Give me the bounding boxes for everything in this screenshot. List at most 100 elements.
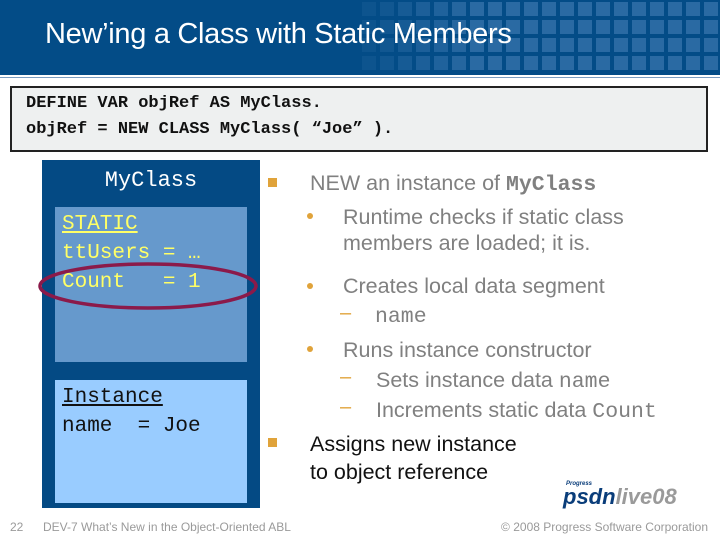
slide-number: 22 (10, 520, 24, 534)
header-pattern-square (452, 2, 466, 16)
header-pattern-square (434, 56, 448, 70)
static-heading: STATIC (62, 213, 138, 236)
header-pattern-square (434, 2, 448, 16)
header-pattern-square (380, 56, 394, 70)
bullet-sets-instance-data: Sets instance data name (376, 367, 610, 395)
header-pattern-square (596, 56, 610, 70)
bullet-runtime-checks-2: members are loaded; it is. (343, 231, 591, 255)
class-diagram: MyClass STATIC ttUsers = … Count = 1 Ins… (42, 160, 260, 508)
bullet-creates-segment: Creates local data segment (343, 274, 605, 298)
header-pattern-square (578, 38, 592, 52)
header-pattern-square (596, 20, 610, 34)
dash-bullet-icon: – (340, 396, 352, 418)
code-line-2: objRef = NEW CLASS MyClass( “Joe” ). (26, 120, 394, 139)
header-pattern-square (686, 20, 700, 34)
slide-header: New’ing a Class with Static Members (0, 0, 720, 75)
bullet-assigns-1: Assigns new instance (310, 432, 517, 456)
header-pattern-square (668, 38, 682, 52)
header-pattern-square (362, 56, 376, 70)
header-pattern-square (632, 20, 646, 34)
slide-title: New’ing a Class with Static Members (45, 18, 512, 50)
header-pattern-square (650, 2, 664, 16)
header-pattern-square (614, 56, 628, 70)
header-pattern-square (524, 56, 538, 70)
header-pattern-square (614, 2, 628, 16)
header-pattern-square (686, 2, 700, 16)
static-member-count: Count = 1 (62, 271, 201, 294)
psdn-live-logo: psdnlive08 (563, 484, 677, 510)
header-pattern-square (524, 2, 538, 16)
header-pattern-square (686, 38, 700, 52)
header-pattern-square (704, 20, 718, 34)
header-pattern-square (542, 2, 556, 16)
logo-live: live08 (615, 484, 677, 509)
bullet-sets-instance-data-code: name (558, 370, 611, 394)
header-pattern-square (470, 2, 484, 16)
instance-heading: Instance (62, 386, 163, 409)
header-pattern-square (560, 2, 574, 16)
header-pattern-square (506, 2, 520, 16)
header-pattern-square (506, 56, 520, 70)
header-pattern-square (416, 2, 430, 16)
bullet-name-code: name (375, 305, 427, 329)
header-pattern-square (632, 56, 646, 70)
header-pattern-square (578, 20, 592, 34)
header-pattern-square (488, 56, 502, 70)
header-pattern-square (470, 56, 484, 70)
header-pattern-square (668, 56, 682, 70)
header-pattern-square (416, 56, 430, 70)
static-member-ttusers: ttUsers = … (62, 242, 201, 265)
header-pattern-square (632, 2, 646, 16)
bullet-increments-static: Increments static data Count (376, 397, 657, 425)
header-pattern-square (524, 20, 538, 34)
footer-session: DEV-7 What’s New in the Object-Oriented … (43, 520, 291, 534)
header-pattern-square (560, 20, 574, 34)
bullet-runtime-checks-1: Runtime checks if static class (343, 205, 624, 229)
header-pattern-square (668, 2, 682, 16)
header-divider-accent (0, 77, 720, 78)
header-pattern-square (380, 2, 394, 16)
bullet-runs-constructor: Runs instance constructor (343, 338, 592, 362)
dash-bullet-icon: – (340, 366, 352, 388)
header-pattern-square (668, 20, 682, 34)
header-pattern-square (398, 2, 412, 16)
bullet-new-instance-text: NEW an instance of (310, 171, 506, 195)
header-pattern-square (542, 56, 556, 70)
bullet-increments-static-code: Count (592, 400, 657, 424)
header-pattern-square (650, 56, 664, 70)
header-pattern-square (596, 38, 610, 52)
bullet-dot-icon (307, 213, 313, 219)
code-line-1: DEFINE VAR objRef AS MyClass. (26, 94, 322, 113)
header-pattern-square (596, 2, 610, 16)
bullet-square-icon (268, 438, 277, 447)
header-pattern-square (704, 56, 718, 70)
instance-members-box: Instance name = Joe (55, 380, 247, 503)
bullet-sets-instance-data-text: Sets instance data (376, 368, 559, 392)
header-pattern-square (362, 2, 376, 16)
code-snippet: DEFINE VAR objRef AS MyClass. objRef = N… (10, 86, 708, 152)
header-pattern-square (686, 56, 700, 70)
dash-bullet-icon: – (340, 302, 352, 324)
header-pattern-square (542, 20, 556, 34)
logo-psdn: psdn (563, 484, 616, 509)
header-pattern-square (578, 2, 592, 16)
bullet-dot-icon (307, 283, 313, 289)
header-pattern-square (452, 56, 466, 70)
bullet-square-icon (268, 178, 277, 187)
header-pattern-square (488, 2, 502, 16)
header-pattern-square (704, 38, 718, 52)
static-members-box: STATIC ttUsers = … Count = 1 (55, 207, 247, 362)
header-pattern-square (704, 2, 718, 16)
header-pattern-square (614, 38, 628, 52)
bullet-new-instance: NEW an instance of MyClass (310, 170, 596, 198)
header-pattern-square (614, 20, 628, 34)
header-pattern-square (560, 38, 574, 52)
header-pattern-square (560, 56, 574, 70)
header-pattern-square (578, 56, 592, 70)
footer-copyright: © 2008 Progress Software Corporation (501, 520, 708, 534)
class-name: MyClass (104, 168, 198, 193)
instance-member-name: name = Joe (62, 415, 201, 438)
header-pattern-square (524, 38, 538, 52)
bullet-new-instance-code: MyClass (505, 173, 597, 197)
header-pattern-square (398, 56, 412, 70)
